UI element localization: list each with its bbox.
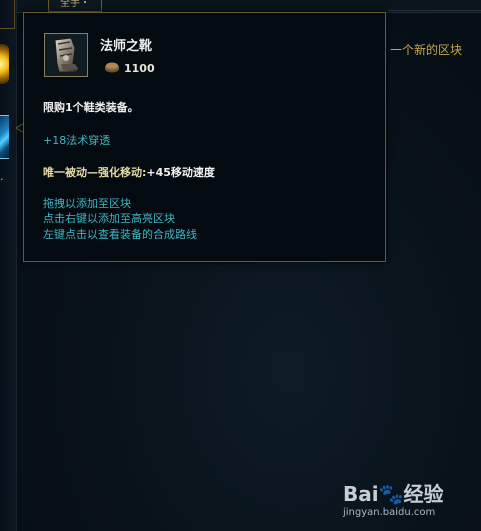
left-strip-dot: . <box>0 170 4 183</box>
purchase-limit-text: 限购1个鞋类装备。 <box>43 101 139 114</box>
watermark-logo: Bai🐾经验 <box>343 482 444 506</box>
passive-label: 唯一被动—强化移动: <box>43 166 147 179</box>
help-line-left-click: 左键点击以查看装备的合成路线 <box>43 228 197 241</box>
left-slot-frame <box>0 0 15 29</box>
baidu-jingyan-watermark: Bai🐾经验 jingyan.baidu.com <box>343 478 463 528</box>
gold-coins-icon <box>105 62 119 73</box>
watermark-url: jingyan.baidu.com <box>343 507 436 518</box>
boots-item-thumbnail[interactable] <box>0 115 9 159</box>
help-line-right-click: 点击右键以添加至高亮区块 <box>43 212 175 225</box>
help-line-drag: 拖拽以添加至区块 <box>43 197 131 210</box>
passive-value: +45移动速度 <box>146 166 215 179</box>
item-price: 1100 <box>124 62 155 75</box>
magic-penetration-stat: +18法术穿透 <box>43 134 111 147</box>
top-tab-label: 全手・ <box>60 0 90 9</box>
new-block-label[interactable]: 一个新的区块 <box>390 41 462 58</box>
panel-divider <box>388 10 481 11</box>
item-name: 法师之靴 <box>100 39 153 54</box>
sorcerers-shoes-icon <box>44 33 88 77</box>
sun-item-icon[interactable] <box>0 44 9 84</box>
unique-passive: 唯一被动—强化移动:+45移动速度 <box>43 164 215 180</box>
top-tab[interactable]: 全手・ <box>48 0 102 12</box>
item-tooltip: 法师之靴 1100 限购1个鞋类装备。 +18法术穿透 唯一被动—强化移动:+4… <box>23 12 386 262</box>
